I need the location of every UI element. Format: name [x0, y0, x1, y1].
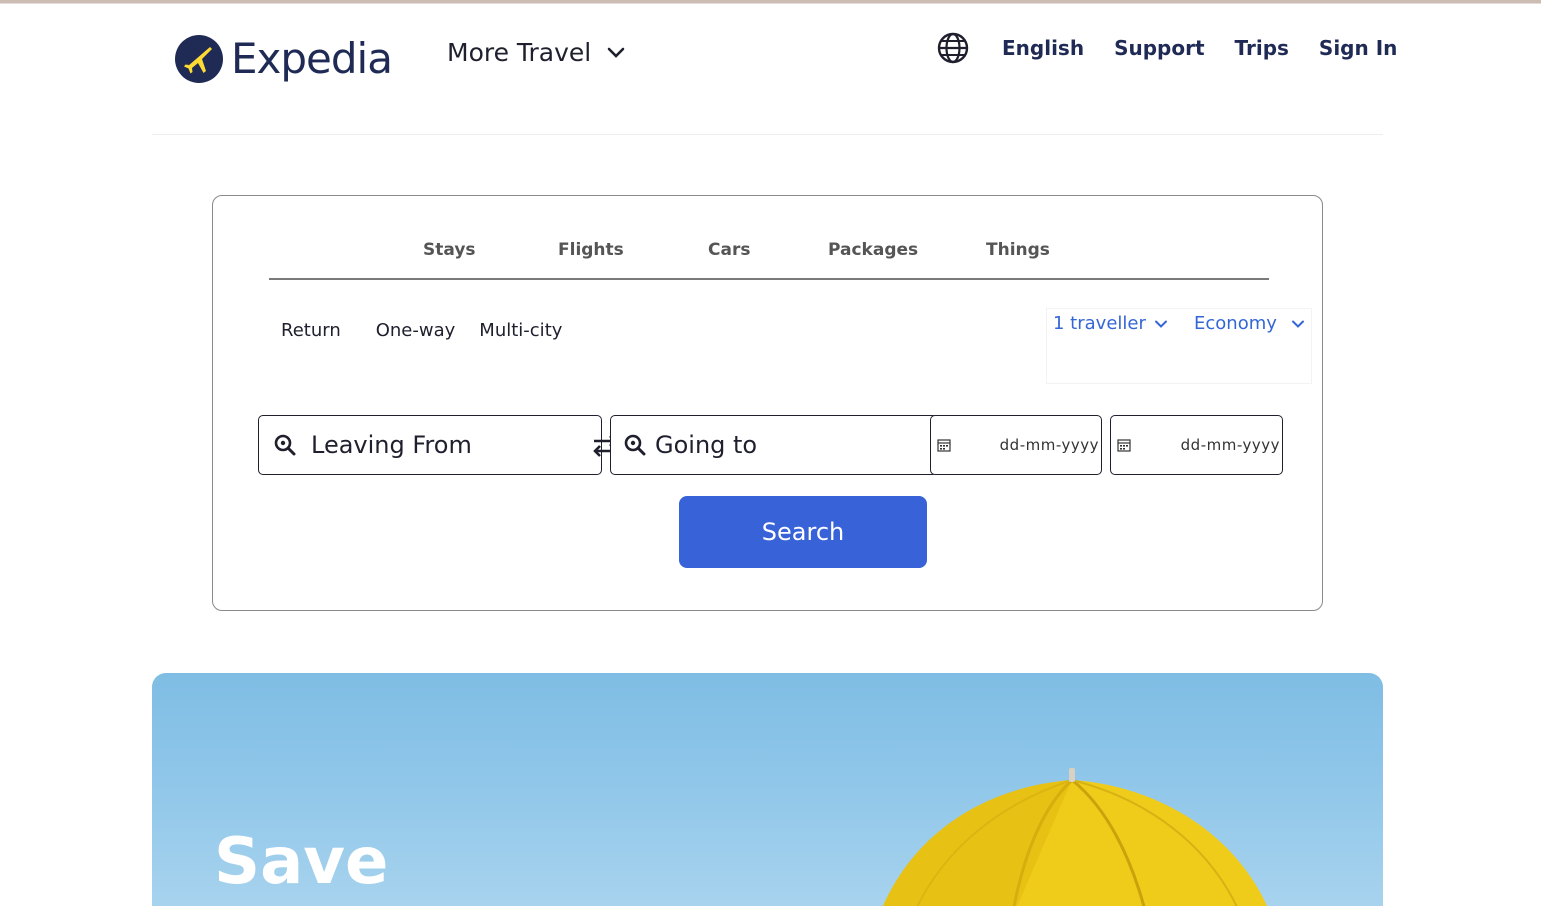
chevron-down-icon — [1291, 320, 1304, 328]
search-tabs: Stays Flights Cars Packages Things — [269, 226, 1269, 280]
support-link[interactable]: Support — [1114, 36, 1204, 60]
chevron-down-icon — [607, 47, 625, 58]
language-link[interactable]: English — [1002, 36, 1084, 60]
return-date-placeholder: dd-mm-yyyy — [1180, 436, 1280, 454]
search-icon — [274, 434, 296, 456]
calendar-icon — [1117, 439, 1131, 452]
search-icon — [624, 434, 646, 456]
cabin-class-value: Economy — [1194, 313, 1277, 334]
trip-type-return[interactable]: Return — [281, 320, 341, 341]
leaving-from-placeholder: Leaving From — [311, 431, 472, 459]
expedia-logo[interactable]: Expedia — [175, 34, 393, 83]
account-nav: English Support Trips Sign In — [937, 32, 1397, 64]
calendar-icon — [937, 439, 951, 452]
tab-flights[interactable]: Flights — [558, 240, 624, 260]
trip-type-multi-city[interactable]: Multi-city — [479, 320, 562, 341]
going-to-placeholder: Going to — [655, 431, 758, 459]
expedia-logo-icon — [175, 34, 223, 83]
tab-stays[interactable]: Stays — [423, 240, 476, 260]
trip-type-one-way[interactable]: One-way — [376, 320, 456, 341]
trip-type-selector: Return One-way Multi-city — [281, 320, 562, 341]
brand-name: Expedia — [231, 34, 393, 83]
tab-packages[interactable]: Packages — [828, 240, 918, 260]
depart-date-field[interactable]: dd-mm-yyyy — [930, 415, 1102, 475]
search-button[interactable]: Search — [679, 496, 927, 568]
return-date-field[interactable]: dd-mm-yyyy — [1110, 415, 1283, 475]
globe-icon[interactable] — [937, 32, 969, 64]
tab-cars[interactable]: Cars — [708, 240, 750, 260]
umbrella-image — [883, 768, 1267, 906]
site-header: Expedia More Travel English Support Trip… — [152, 4, 1397, 135]
hero-title: Save — [214, 825, 389, 899]
trips-link[interactable]: Trips — [1235, 36, 1289, 60]
flight-search-card: Stays Flights Cars Packages Things Retur… — [212, 195, 1323, 611]
cabin-class-dropdown[interactable]: Economy — [1194, 313, 1305, 334]
sign-in-link[interactable]: Sign In — [1319, 36, 1397, 60]
travellers-value: 1 traveller — [1053, 313, 1146, 334]
more-travel-menu[interactable]: More Travel — [447, 38, 627, 67]
chevron-down-icon — [1154, 320, 1167, 328]
depart-date-placeholder: dd-mm-yyyy — [999, 436, 1099, 454]
promo-hero-banner[interactable]: Save — [152, 673, 1383, 906]
travellers-dropdown[interactable]: 1 traveller — [1053, 313, 1168, 334]
tab-things[interactable]: Things — [986, 240, 1050, 260]
going-to-field[interactable]: Going to — [610, 415, 938, 475]
leaving-from-field[interactable]: Leaving From — [258, 415, 602, 475]
more-travel-label: More Travel — [447, 38, 592, 67]
traveller-options: 1 traveller Economy — [1046, 308, 1312, 384]
